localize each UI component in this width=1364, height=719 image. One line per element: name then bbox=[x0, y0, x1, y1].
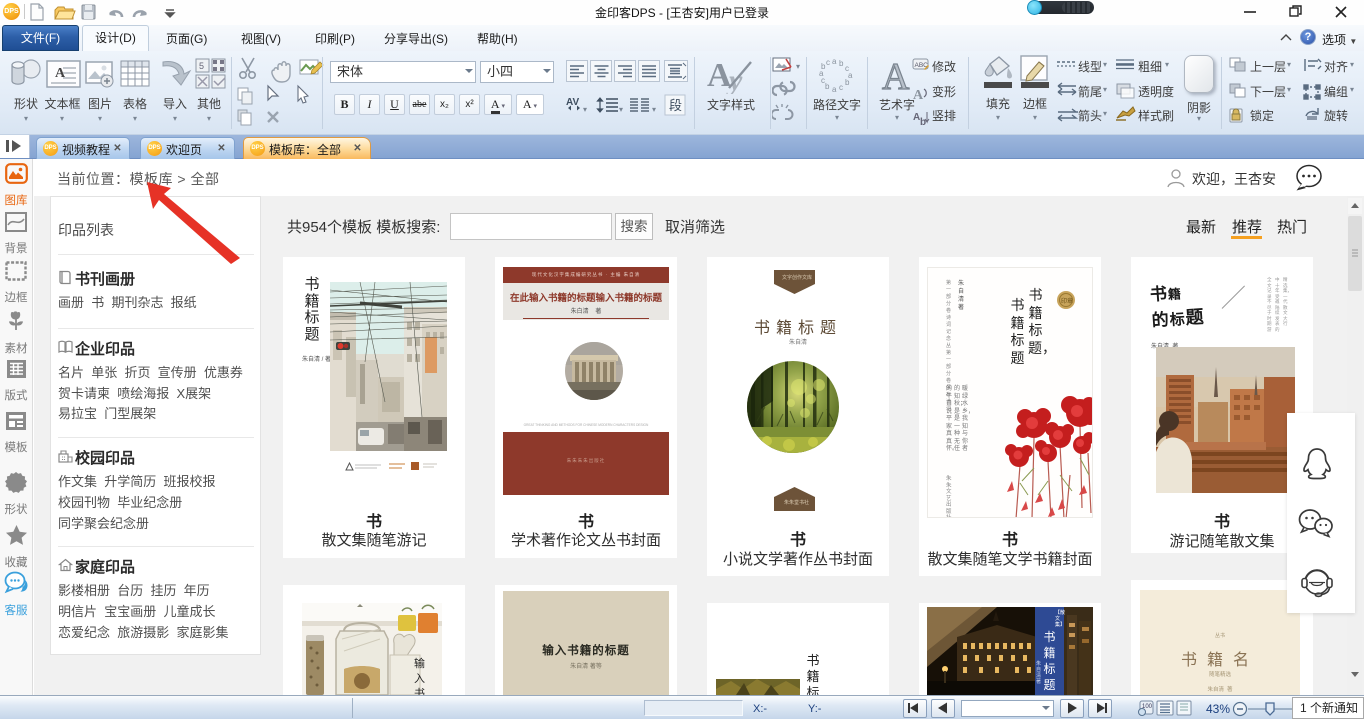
svg-text:b: b bbox=[825, 82, 830, 91]
svg-text:y: y bbox=[726, 64, 743, 94]
svg-text:▾: ▾ bbox=[583, 105, 587, 114]
svg-text:a: a bbox=[832, 85, 837, 94]
svg-text:c: c bbox=[826, 58, 830, 67]
svg-text:段: 段 bbox=[669, 98, 682, 113]
svg-text:印章: 印章 bbox=[1061, 297, 1073, 305]
svg-text:A: A bbox=[913, 88, 924, 103]
svg-text:a: a bbox=[832, 57, 837, 66]
svg-text:c: c bbox=[839, 83, 843, 92]
svg-text:b: b bbox=[839, 59, 844, 68]
svg-text:A: A bbox=[882, 56, 910, 95]
svg-text:▾: ▾ bbox=[796, 62, 800, 71]
svg-text:b: b bbox=[920, 117, 926, 127]
svg-text:文字创作文库: 文字创作文库 bbox=[782, 274, 812, 281]
svg-text:▾: ▾ bbox=[652, 105, 656, 114]
svg-text:5: 5 bbox=[199, 61, 204, 71]
svg-text:▾: ▾ bbox=[619, 105, 623, 114]
svg-text:b: b bbox=[845, 78, 850, 87]
svg-text:朱朱堂书社: 朱朱堂书社 bbox=[784, 499, 809, 506]
